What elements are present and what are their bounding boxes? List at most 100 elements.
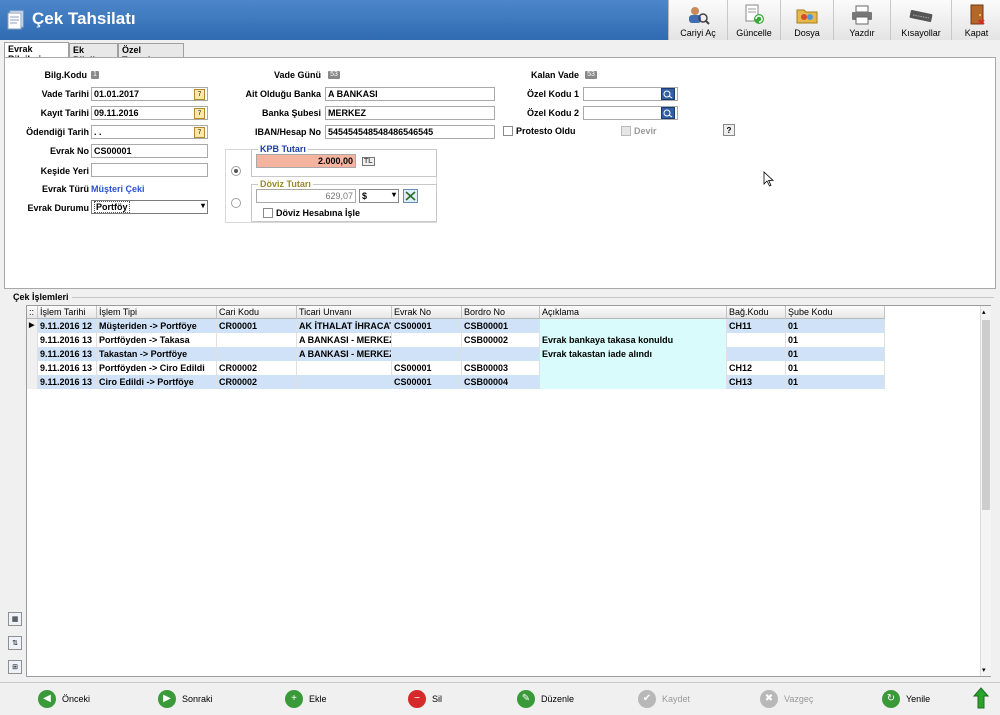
currency-rate-icon[interactable] xyxy=(403,189,418,203)
column-header[interactable]: Açıklama xyxy=(540,306,727,319)
row-indicator[interactable] xyxy=(27,347,38,361)
grid-corner[interactable]: :: xyxy=(27,306,38,319)
column-header[interactable]: Şube Kodu xyxy=(786,306,885,319)
evrak-no-field[interactable]: CS00001 xyxy=(91,144,208,158)
table-cell[interactable]: A BANKASI - MERKEZ xyxy=(297,347,392,361)
table-cell[interactable]: CR00002 xyxy=(217,375,297,389)
table-cell[interactable]: CS00001 xyxy=(392,361,462,375)
protesto-checkbox[interactable] xyxy=(503,126,513,136)
grid-layout-icon[interactable]: ▦ xyxy=(8,612,22,626)
table-cell[interactable]: CH13 xyxy=(727,375,786,389)
table-cell[interactable]: A BANKASI - MERKEZ xyxy=(297,333,392,347)
table-cell[interactable] xyxy=(727,347,786,361)
table-cell[interactable] xyxy=(462,347,540,361)
table-cell[interactable]: 01 xyxy=(786,319,885,333)
tab-ozel-tanimlar[interactable]: Özel Tanımlar xyxy=(118,43,184,65)
kapat-button[interactable]: Kapat xyxy=(952,0,1000,40)
column-header[interactable]: Cari Kodu xyxy=(217,306,297,319)
column-header[interactable]: Ticari Unvanı xyxy=(297,306,392,319)
dosya-button[interactable]: Dosya xyxy=(781,0,834,40)
tab-evrak-bilgileri[interactable]: Evrak Bilgileri xyxy=(4,42,69,64)
scroll-top-arrow-icon[interactable] xyxy=(973,687,989,709)
table-cell[interactable] xyxy=(297,361,392,375)
duzenle-button[interactable]: ✎ Düzenle xyxy=(517,690,607,708)
table-cell[interactable]: 9.11.2016 13 xyxy=(38,333,97,347)
yazdir-button[interactable]: Yazdır xyxy=(834,0,891,40)
guncelle-button[interactable]: Güncelle xyxy=(728,0,781,40)
column-header[interactable]: Evrak No xyxy=(392,306,462,319)
sort-tree-icon[interactable]: ⇅ xyxy=(8,636,22,650)
table-cell[interactable]: Portföyden -> Takasa xyxy=(97,333,217,347)
table-cell[interactable] xyxy=(217,347,297,361)
banka-subesi-field[interactable]: MERKEZ xyxy=(325,106,495,120)
table-cell[interactable] xyxy=(540,361,727,375)
evrak-durumu-select[interactable]: Portföy ▾ xyxy=(91,200,208,214)
row-indicator[interactable] xyxy=(27,361,38,375)
filter-icon[interactable]: ⊞ xyxy=(8,660,22,674)
table-cell[interactable]: 9.11.2016 13 xyxy=(38,375,97,389)
table-cell[interactable]: CS00001 xyxy=(392,319,462,333)
table-cell[interactable]: 9.11.2016 12 xyxy=(38,319,97,333)
kayit-tarihi-field[interactable]: 09.11.2016 xyxy=(91,106,208,120)
vade-tarihi-field[interactable]: 01.01.2017 xyxy=(91,87,208,101)
kaydet-button[interactable]: ✔ Kaydet xyxy=(638,690,728,708)
table-cell[interactable]: 01 xyxy=(786,333,885,347)
calendar-icon[interactable]: 7 xyxy=(194,108,205,119)
table-cell[interactable]: Müşteriden -> Portföye xyxy=(97,319,217,333)
table-cell[interactable] xyxy=(217,333,297,347)
table-cell[interactable]: CR00002 xyxy=(217,361,297,375)
sonraki-button[interactable]: ▶ Sonraki xyxy=(158,690,248,708)
iban-field[interactable]: 545454548548486546545 xyxy=(325,125,495,139)
column-header[interactable]: İşlem Tarihi xyxy=(38,306,97,319)
table-cell[interactable]: CH11 xyxy=(727,319,786,333)
odendigi-tarih-field[interactable]: . . xyxy=(91,125,208,139)
table-cell[interactable]: Takastan -> Portföye xyxy=(97,347,217,361)
column-header[interactable]: Bağ.Kodu xyxy=(727,306,786,319)
scroll-down-icon[interactable]: ▾ xyxy=(982,666,986,674)
table-cell[interactable] xyxy=(727,333,786,347)
doviz-amount-field[interactable]: 629,07 xyxy=(256,189,356,203)
table-cell[interactable] xyxy=(540,375,727,389)
ait-banka-field[interactable]: A BANKASI xyxy=(325,87,495,101)
tab-ek-bilgiler[interactable]: Ek Bilgiler xyxy=(69,43,118,65)
table-cell[interactable] xyxy=(392,347,462,361)
lookup-icon[interactable] xyxy=(661,88,675,100)
calendar-icon[interactable]: 7 xyxy=(194,89,205,100)
table-cell[interactable]: AK İTHALAT İHRACAT xyxy=(297,319,392,333)
calendar-icon[interactable]: 7 xyxy=(194,127,205,138)
table-cell[interactable] xyxy=(297,375,392,389)
table-cell[interactable]: 01 xyxy=(786,347,885,361)
table-cell[interactable]: 9.11.2016 13 xyxy=(38,347,97,361)
table-cell[interactable]: 9.11.2016 13 xyxy=(38,361,97,375)
cariyi-ac-button[interactable]: Cariyi Aç xyxy=(669,0,728,40)
table-cell[interactable]: 01 xyxy=(786,375,885,389)
ekle-button[interactable]: + Ekle xyxy=(285,690,375,708)
row-indicator[interactable] xyxy=(27,333,38,347)
table-cell[interactable]: Ciro Edildi -> Portföye xyxy=(97,375,217,389)
table-cell[interactable]: CH12 xyxy=(727,361,786,375)
keside-yeri-field[interactable] xyxy=(91,163,208,177)
onceki-button[interactable]: ◀ Önceki xyxy=(38,690,128,708)
doviz-radio[interactable] xyxy=(231,198,241,208)
lookup-icon[interactable] xyxy=(661,107,675,119)
vertical-scrollbar[interactable]: ▴ ▾ xyxy=(980,306,991,676)
table-cell[interactable]: CR00001 xyxy=(217,319,297,333)
kisayollar-button[interactable]: Kısayollar xyxy=(891,0,952,40)
help-button[interactable]: ? xyxy=(723,124,735,136)
kpb-amount-field[interactable]: 2.000,00 xyxy=(256,154,356,168)
table-cell[interactable]: CSB00004 xyxy=(462,375,540,389)
vazgec-button[interactable]: ✖ Vazgeç xyxy=(760,690,850,708)
column-header[interactable]: İşlem Tipi xyxy=(97,306,217,319)
table-cell[interactable]: Portföyden -> Ciro Edildi xyxy=(97,361,217,375)
current-row-indicator[interactable]: ▶ xyxy=(27,319,38,333)
table-cell[interactable] xyxy=(392,333,462,347)
doviz-currency-select[interactable]: $ ▾ xyxy=(359,189,399,203)
row-indicator[interactable] xyxy=(27,375,38,389)
doviz-hesap-checkbox[interactable] xyxy=(263,208,273,218)
yenile-button[interactable]: ↻ Yenile xyxy=(882,690,972,708)
devir-checkbox[interactable] xyxy=(621,126,631,136)
table-cell[interactable]: CSB00002 xyxy=(462,333,540,347)
scroll-up-icon[interactable]: ▴ xyxy=(982,308,986,316)
scroll-thumb[interactable] xyxy=(982,320,990,510)
table-cell[interactable]: 01 xyxy=(786,361,885,375)
